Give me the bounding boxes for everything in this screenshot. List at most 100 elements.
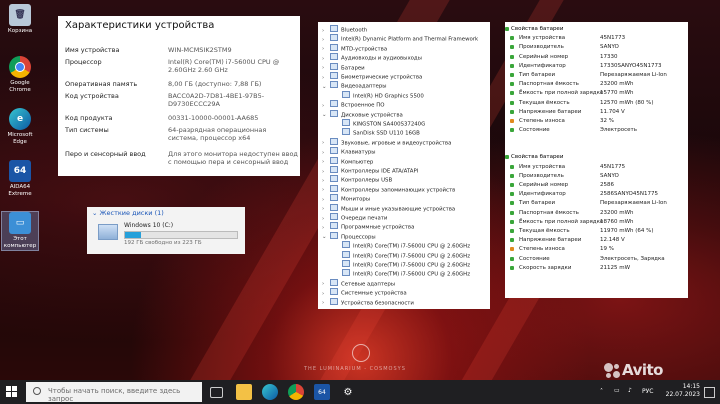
spec-value[interactable]: 64-разрядная операционная система, проце… xyxy=(168,126,298,142)
chevron-right-icon[interactable]: › xyxy=(322,299,330,307)
spec-value[interactable]: 8,00 ГБ (доступно: 7,88 ГБ) xyxy=(168,80,298,88)
battery-group-header[interactable]: Свойства батареи xyxy=(505,153,685,161)
device-category[interactable]: › Биометрические устройства xyxy=(322,72,422,82)
battery-property-row[interactable]: Ёмкость при полной зарядке 18760 mWh xyxy=(505,218,685,226)
spec-value[interactable]: 00331-10000-00001-AA685 xyxy=(168,114,298,122)
edge-taskbar-icon[interactable] xyxy=(262,384,278,400)
chevron-up-icon[interactable]: ˄ xyxy=(600,388,603,395)
desktop-icon-this-pc[interactable]: ▭ Этот компьютер xyxy=(1,211,39,251)
start-button[interactable] xyxy=(6,386,18,398)
device-category[interactable]: ⌄ Видеоадаптеры xyxy=(322,81,387,91)
battery-property-row[interactable]: Идентификатор 17330SANYO45N1773 xyxy=(505,62,685,70)
battery-property-row[interactable]: Скорость зарядки 21125 mW xyxy=(505,264,685,272)
taskbar-clock[interactable]: 14:15 22.07.2023 xyxy=(666,383,700,399)
battery-property-row[interactable]: Степень износа 32 % xyxy=(505,117,685,125)
chevron-right-icon[interactable]: › xyxy=(322,205,330,213)
settings-taskbar-icon[interactable]: ⚙ xyxy=(340,384,356,400)
task-view-icon[interactable] xyxy=(210,387,223,398)
chevron-right-icon[interactable]: › xyxy=(322,64,330,72)
chrome-taskbar-icon[interactable] xyxy=(288,384,304,400)
spec-value[interactable]: Intel(R) Core(TM) i7-5600U CPU @ 2.60GHz… xyxy=(168,58,298,74)
desktop-icon-edge[interactable]: e Microsoft Edge xyxy=(2,108,38,146)
device-category[interactable]: › Intel(R) Dynamic Platform and Thermal F… xyxy=(322,34,478,43)
device-category[interactable]: › Очереди печати xyxy=(322,213,387,223)
taskbar-search-box[interactable]: Чтобы начать поиск, введите здесь запрос xyxy=(26,382,202,403)
device-category[interactable]: › Системные устройства xyxy=(322,288,407,298)
device-item[interactable]: Intel(R) Core(TM) i7-5600U CPU @ 2.60GHz xyxy=(334,260,470,269)
device-category[interactable]: › Программные устройства xyxy=(322,222,414,232)
battery-property-row[interactable]: Паспортная ёмкость 23200 mWh xyxy=(505,80,685,88)
device-category[interactable]: › Сетевые адаптеры xyxy=(322,278,395,288)
battery-property-row[interactable]: Имя устройства 45N1775 xyxy=(505,163,685,171)
chevron-right-icon[interactable]: › xyxy=(322,186,330,194)
device-category[interactable]: › Контроллеры USB xyxy=(322,175,392,185)
device-category[interactable]: › Звуковые, игровые и видеоустройства xyxy=(322,137,451,146)
battery-property-row[interactable]: Идентификатор 2586SANYO45N1775 xyxy=(505,190,685,198)
chevron-right-icon[interactable]: › xyxy=(322,74,330,82)
device-category[interactable]: › Встроенное ПО xyxy=(322,100,385,110)
battery-property-row[interactable]: Напряжение батареи 12.148 V xyxy=(505,236,685,244)
chevron-right-icon[interactable]: › xyxy=(322,290,330,298)
device-category[interactable]: › Bluetooth xyxy=(322,25,367,35)
device-item[interactable]: Intel(R) Core(TM) i7-5600U CPU @ 2.60GHz xyxy=(334,269,470,278)
battery-property-row[interactable]: Имя устройства 45N1773 xyxy=(505,34,685,42)
chevron-down-icon[interactable]: ⌄ xyxy=(322,233,330,241)
chevron-right-icon[interactable]: › xyxy=(322,158,330,166)
chevron-right-icon[interactable]: › xyxy=(322,224,330,232)
device-category[interactable]: ⌄ Процессоры xyxy=(322,231,376,241)
device-category[interactable]: ⌄ Дисковые устройства xyxy=(322,109,403,119)
spec-value[interactable]: Для этого монитора недоступен ввод с пом… xyxy=(168,150,298,166)
device-category[interactable]: › Аудиовходы и аудиовыходы xyxy=(322,53,422,63)
battery-property-row[interactable]: Состояние Электросеть xyxy=(505,126,685,134)
chevron-right-icon[interactable]: › xyxy=(322,215,330,223)
chevron-right-icon[interactable]: › xyxy=(322,280,330,288)
aida64-taskbar-icon[interactable]: 64 xyxy=(314,384,330,400)
notifications-icon[interactable] xyxy=(704,387,715,398)
device-category[interactable]: › Контроллеры IDE ATA/ATAPI xyxy=(322,166,418,176)
battery-property-row[interactable]: Серийный номер 17330 xyxy=(505,53,685,61)
volume-icon[interactable]: ♪ xyxy=(628,387,632,394)
battery-property-row[interactable]: Степень износа 19 % xyxy=(505,245,685,253)
network-icon[interactable]: ▭ xyxy=(614,387,620,394)
device-category[interactable]: › MTD-устройства xyxy=(322,43,387,53)
device-category[interactable]: › Устройства безопасности xyxy=(322,297,414,307)
chevron-right-icon[interactable]: › xyxy=(322,27,330,35)
battery-group-header[interactable]: Свойства батареи xyxy=(505,25,685,33)
battery-property-row[interactable]: Производитель SANYO xyxy=(505,172,685,180)
desktop-icon-recycle-bin[interactable]: 🗑 Корзина xyxy=(2,4,38,35)
device-item[interactable]: Intel(R) HD Graphics 5500 xyxy=(334,90,424,99)
battery-property-row[interactable]: Напряжение батареи 11.704 V xyxy=(505,108,685,116)
language-indicator[interactable]: РУС xyxy=(642,388,653,395)
device-category[interactable]: › Контроллеры запоминающих устройств xyxy=(322,184,455,194)
battery-property-row[interactable]: Тип батареи Перезаряжаемая Li-Ion xyxy=(505,71,685,79)
battery-property-row[interactable]: Серийный номер 2586 xyxy=(505,181,685,189)
battery-property-row[interactable]: Тип батареи Перезаряжаемая Li-Ion xyxy=(505,199,685,207)
chevron-right-icon[interactable]: › xyxy=(322,168,330,176)
chevron-right-icon[interactable]: › xyxy=(322,149,330,157)
device-category[interactable]: › Мыши и иные указывающие устройства xyxy=(322,203,455,213)
chevron-right-icon[interactable]: › xyxy=(322,55,330,63)
desktop-icon-chrome[interactable]: Google Chrome xyxy=(2,56,38,94)
device-category[interactable]: › Батареи xyxy=(322,62,365,72)
device-item[interactable]: SanDisk SSD U110 16GB xyxy=(334,128,420,137)
chevron-down-icon[interactable]: ⌄ xyxy=(322,111,330,119)
spec-value[interactable]: BACC0A2D-7D81-4BE1-97B5-D9730ECCC29A xyxy=(168,92,298,108)
device-category[interactable]: › Клавиатуры xyxy=(322,147,376,157)
device-category[interactable]: › Компьютер xyxy=(322,156,373,166)
drive-c[interactable]: Windows 10 (C:) 192 ГБ свободно из 223 Г… xyxy=(98,222,238,252)
device-category[interactable]: › Мониторы xyxy=(322,194,370,204)
battery-property-row[interactable]: Ёмкость при полной зарядке 15770 mWh xyxy=(505,89,685,97)
chevron-right-icon[interactable]: › xyxy=(322,177,330,185)
chevron-right-icon[interactable]: › xyxy=(322,102,330,110)
spec-value[interactable]: WIN-MCMSIK2STM9 xyxy=(168,46,298,54)
device-item[interactable]: KINGSTON SA400S37240G xyxy=(334,119,425,128)
chevron-down-icon[interactable]: ⌄ xyxy=(322,83,330,91)
device-item[interactable]: Intel(R) Core(TM) i7-5600U CPU @ 2.60GHz xyxy=(334,250,470,259)
chevron-right-icon[interactable]: › xyxy=(322,196,330,204)
file-explorer-icon[interactable] xyxy=(236,384,252,400)
chevron-right-icon[interactable]: › xyxy=(322,45,330,53)
battery-property-row[interactable]: Производитель SANYO xyxy=(505,43,685,51)
device-item[interactable]: Intel(R) Core(TM) i7-5600U CPU @ 2.60GHz xyxy=(334,241,470,250)
battery-property-row[interactable]: Текущая ёмкость 12570 mWh (80 %) xyxy=(505,99,685,107)
hard-drives-header[interactable]: ⌄ Жесткие диски (1) xyxy=(92,209,164,217)
